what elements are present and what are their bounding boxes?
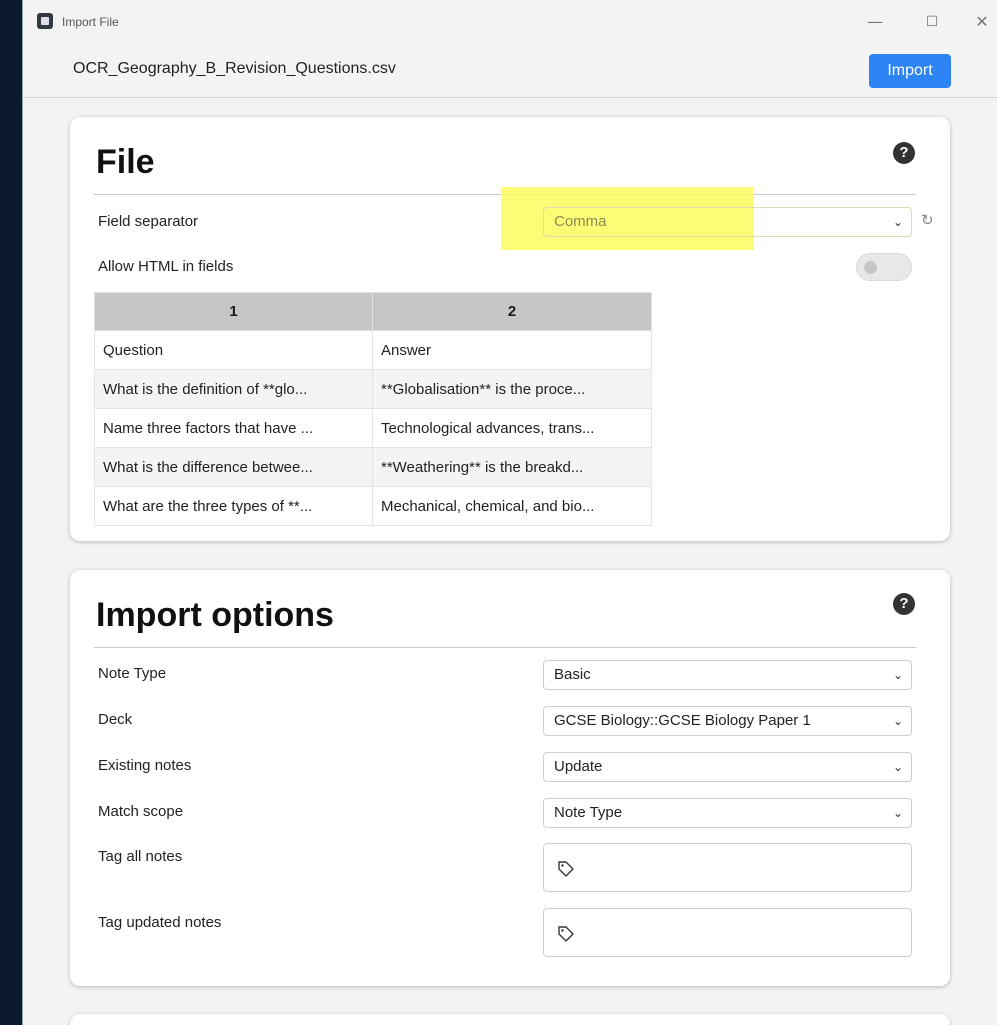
table-row: Name three factors that have ... Technol… — [94, 408, 652, 448]
import-file-window: Import File — ☐ ✕ OCR_Geography_B_Revisi… — [22, 0, 997, 1025]
existing-notes-label: Existing notes — [98, 757, 192, 774]
existing-notes-value: Update — [554, 758, 603, 775]
deck-label: Deck — [98, 711, 133, 728]
window-title: Import File — [62, 15, 119, 29]
file-section-title: File — [96, 143, 155, 181]
minimize-icon[interactable]: — — [860, 10, 890, 34]
file-header: OCR_Geography_B_Revision_Questions.csv I… — [23, 44, 997, 98]
next-section — [70, 1014, 950, 1025]
import-options-section: Import options ? Note Type Basic ⌄ Deck … — [70, 570, 950, 986]
table-cell: **Globalisation** is the proce... — [372, 369, 652, 409]
table-cell: Mechanical, chemical, and bio... — [372, 486, 652, 526]
existing-notes-select[interactable]: Update ⌄ — [543, 752, 912, 782]
toggle-knob — [864, 261, 877, 274]
divider — [94, 647, 916, 648]
tag-all-label: Tag all notes — [98, 848, 183, 865]
match-scope-select[interactable]: Note Type ⌄ — [543, 798, 912, 828]
table-cell: Name three factors that have ... — [94, 408, 373, 448]
chevron-down-icon: ⌄ — [892, 714, 903, 728]
note-type-select[interactable]: Basic ⌄ — [543, 660, 912, 690]
allow-html-toggle[interactable] — [856, 253, 912, 281]
table-row: What is the difference betwee... **Weath… — [94, 447, 652, 487]
deck-value: GCSE Biology::GCSE Biology Paper 1 — [554, 712, 811, 729]
column-header: 1 — [94, 292, 373, 331]
file-section: File ? Field separator Comma ⌄ ↻ Allow H… — [70, 117, 950, 541]
note-type-label: Note Type — [98, 665, 167, 682]
chevron-down-icon: ⌄ — [892, 668, 903, 682]
field-separator-value: Comma — [554, 213, 607, 230]
tag-updated-input[interactable] — [543, 908, 912, 957]
deck-select[interactable]: GCSE Biology::GCSE Biology Paper 1 ⌄ — [543, 706, 912, 736]
tag-all-input[interactable] — [543, 843, 912, 892]
import-options-title: Import options — [96, 596, 334, 634]
chevron-down-icon: ⌄ — [892, 806, 903, 820]
reset-icon[interactable]: ↻ — [921, 211, 934, 229]
file-name: OCR_Geography_B_Revision_Questions.csv — [73, 60, 396, 77]
note-type-value: Basic — [554, 666, 591, 683]
table-row: What is the definition of **glo... **Glo… — [94, 369, 652, 409]
chevron-down-icon: ⌄ — [892, 215, 903, 229]
table-cell: What are the three types of **... — [94, 486, 373, 526]
table-cell: **Weathering** is the breakd... — [372, 447, 652, 487]
import-button[interactable]: Import — [869, 54, 951, 88]
match-scope-value: Note Type — [554, 804, 623, 821]
help-icon[interactable]: ? — [893, 142, 915, 164]
maximize-icon[interactable]: ☐ — [917, 10, 947, 34]
table-cell: What is the difference betwee... — [94, 447, 373, 487]
chevron-down-icon: ⌄ — [892, 760, 903, 774]
match-scope-label: Match scope — [98, 803, 184, 820]
field-separator-select[interactable]: Comma ⌄ — [543, 207, 912, 237]
tag-icon — [558, 861, 574, 877]
tag-icon — [558, 926, 574, 942]
column-header: 2 — [372, 292, 652, 331]
table-cell: What is the definition of **glo... — [94, 369, 373, 409]
app-icon — [37, 13, 53, 29]
tag-updated-label: Tag updated notes — [98, 914, 222, 931]
close-icon[interactable]: ✕ — [967, 10, 997, 34]
title-bar: Import File — ☐ ✕ — [23, 0, 997, 44]
table-row: Question Answer — [94, 330, 652, 370]
help-icon[interactable]: ? — [893, 593, 915, 615]
field-separator-label: Field separator — [98, 213, 199, 230]
table-cell: Answer — [372, 330, 652, 370]
table-cell: Question — [94, 330, 373, 370]
table-cell: Technological advances, trans... — [372, 408, 652, 448]
table-row: What are the three types of **... Mechan… — [94, 486, 652, 526]
allow-html-label: Allow HTML in fields — [98, 258, 234, 275]
preview-table: 1 2 Question Answer What is the definiti… — [94, 292, 652, 526]
